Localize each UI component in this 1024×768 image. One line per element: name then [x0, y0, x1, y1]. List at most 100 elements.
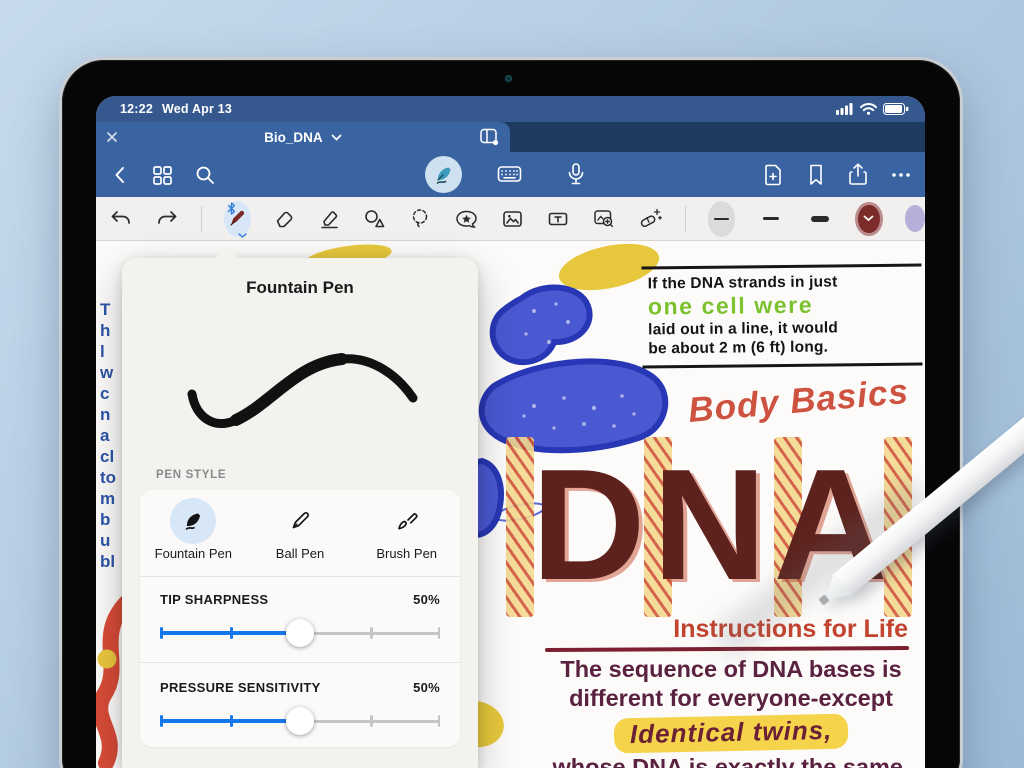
thin-stroke-swatch — [714, 218, 729, 220]
toolrow-divider — [201, 206, 202, 232]
image-search-icon — [592, 207, 616, 230]
chevron-left-icon — [110, 164, 130, 186]
pen-style-ball[interactable]: Ball Pen — [247, 490, 354, 576]
eraser-tool[interactable] — [273, 206, 296, 231]
tip-sharpness-slider[interactable] — [160, 618, 440, 648]
brush-pen-icon — [394, 508, 420, 534]
text-box-tool[interactable] — [546, 206, 570, 231]
slider-tick — [160, 715, 163, 727]
back-button[interactable] — [110, 164, 130, 186]
record-audio-button[interactable] — [565, 162, 587, 192]
keyboard-icon — [497, 163, 522, 185]
eraser-icon — [273, 208, 296, 230]
search-button[interactable] — [194, 164, 216, 186]
dna-paragraph: The sequence of DNA bases is different f… — [545, 655, 917, 768]
bookmark-icon — [806, 163, 826, 187]
slider-tick — [230, 627, 233, 639]
para-line-2: different for everyone-except — [545, 684, 917, 713]
bookmark-button[interactable] — [806, 163, 826, 187]
slider-tick — [230, 715, 233, 727]
undo-button[interactable] — [109, 206, 133, 231]
pressure-sensitivity-slider[interactable] — [160, 706, 440, 736]
thumbnails-button[interactable] — [151, 164, 173, 186]
slider-thumb[interactable] — [286, 707, 314, 735]
status-icons — [836, 103, 909, 115]
front-camera-dot — [505, 75, 512, 82]
tip-sharpness-label: TIP SHARPNESS — [160, 592, 268, 607]
color-swatch-darkred-selected[interactable] — [855, 202, 882, 236]
fountain-pen-label: Fountain Pen — [140, 546, 247, 561]
pen-style-brush[interactable]: Brush Pen — [353, 490, 460, 576]
fountain-pen-popup: Fountain Pen PEN STYLE Fountai — [122, 258, 478, 768]
shapes-icon — [363, 208, 387, 230]
chevron-down-icon — [331, 134, 342, 141]
image-search-tool[interactable] — [592, 206, 616, 231]
keyboard-button[interactable] — [497, 163, 522, 190]
lasso-icon — [409, 207, 432, 230]
pressure-sensitivity-label: PRESSURE SENSITIVITY — [160, 680, 321, 695]
identical-twins-highlight: Identical twins, — [613, 714, 848, 754]
fact-line-2: one cell were — [648, 291, 918, 321]
ball-pen-icon — [287, 508, 313, 534]
more-options-button[interactable] — [890, 164, 912, 186]
fountain-pen-icon — [180, 508, 206, 534]
add-page-button[interactable] — [762, 163, 785, 187]
pressure-sensitivity-row: PRESSURE SENSITIVITY 50% — [160, 680, 440, 695]
insert-image-tool[interactable] — [501, 206, 524, 231]
bluetooth-icon — [227, 202, 236, 215]
ai-pen-tool[interactable] — [638, 206, 663, 231]
wifi-icon — [860, 103, 877, 115]
slider-tick — [370, 715, 373, 727]
stage: 12:22 Wed Apr 13 — [0, 0, 1024, 768]
brush-pen-circle — [384, 498, 430, 544]
toolrow-divider-2 — [685, 206, 686, 232]
slider-thumb[interactable] — [286, 619, 314, 647]
grid-icon — [151, 164, 173, 186]
pen-style-section-label: PEN STYLE — [156, 469, 226, 481]
stickers-tool[interactable] — [454, 206, 479, 231]
pen-style-options: Fountain Pen Ball Pen — [140, 490, 460, 576]
page-management-button[interactable] — [478, 126, 500, 153]
card-divider — [140, 576, 460, 577]
undo-icon — [109, 208, 133, 230]
stroke-thick[interactable] — [806, 201, 833, 237]
cellular-signal-icon — [836, 103, 854, 115]
shapes-tool[interactable] — [363, 206, 387, 231]
status-time-date: 12:22 Wed Apr 13 — [120, 102, 232, 116]
toolbar-right-group — [762, 152, 912, 197]
brush-pen-label: Brush Pen — [353, 546, 460, 561]
ipad-screen: 12:22 Wed Apr 13 — [96, 96, 925, 768]
color-swatch-purple[interactable] — [905, 205, 925, 232]
magic-pen-icon — [638, 207, 663, 230]
para-line-1: The sequence of DNA bases is — [545, 655, 917, 684]
share-button[interactable] — [847, 162, 869, 187]
slider-tick — [160, 627, 163, 639]
redo-button[interactable] — [155, 206, 179, 231]
lasso-tool[interactable] — [409, 206, 432, 231]
slider-tick — [370, 627, 373, 639]
stroke-thin-selected[interactable] — [708, 201, 735, 237]
tab-strip: Bio_DNA — [96, 122, 925, 152]
image-icon — [501, 208, 524, 230]
share-icon — [847, 162, 869, 187]
slider-tick — [438, 627, 441, 639]
status-date: Wed Apr 13 — [162, 102, 232, 116]
pen-mode-button[interactable] — [425, 156, 462, 193]
battery-icon — [883, 103, 909, 115]
card-divider — [140, 662, 460, 663]
stroke-medium[interactable] — [757, 201, 784, 237]
ellipsis-icon — [890, 164, 912, 186]
tab-title[interactable]: Bio_DNA — [96, 130, 510, 145]
pen-style-fountain[interactable]: Fountain Pen — [140, 490, 247, 576]
highlighter-tool[interactable] — [318, 206, 341, 231]
pen-settings-card: Fountain Pen Ball Pen — [140, 490, 460, 747]
status-bar: 12:22 Wed Apr 13 — [96, 96, 925, 122]
highlighter-icon — [318, 208, 341, 230]
pen-tool-selected[interactable] — [224, 201, 251, 237]
ball-pen-label: Ball Pen — [247, 546, 354, 561]
microphone-icon — [565, 162, 587, 187]
status-time: 12:22 — [120, 102, 153, 116]
tab-bio-dna[interactable]: Bio_DNA — [96, 122, 510, 152]
dna-fact-box: If the DNA strands in just one cell were… — [641, 264, 922, 369]
pen-options-chevron-icon — [238, 233, 247, 238]
